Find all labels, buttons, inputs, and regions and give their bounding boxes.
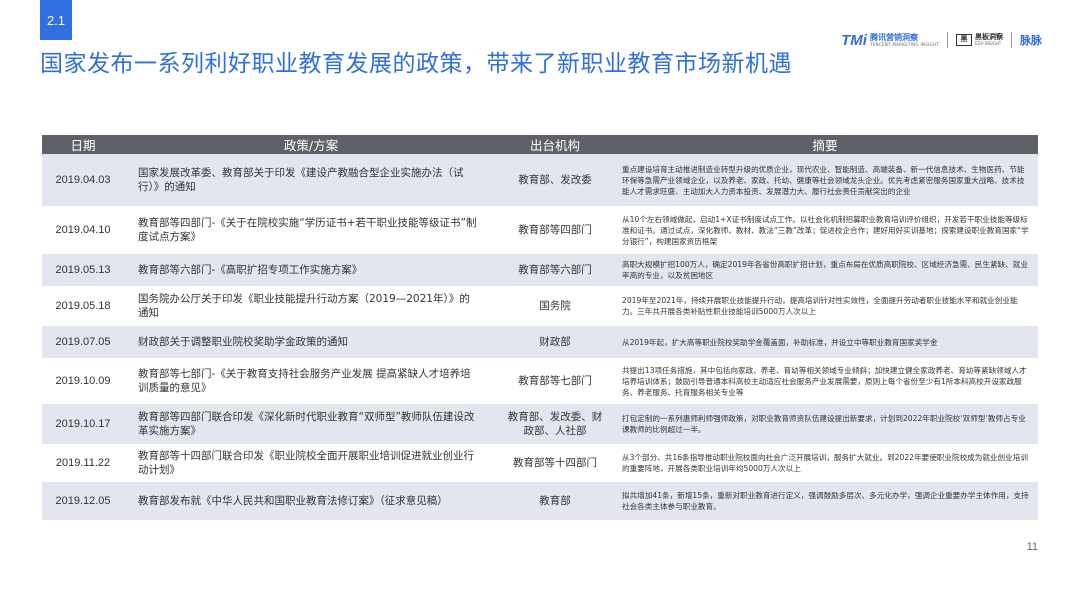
cell-summary: 2019年至2021年，持续开展职业技能提升行动，提高培训针对性实效性，全面提升… [612,286,1038,326]
cell-org: 教育部等四部门 [498,206,612,254]
cell-summary: 从10个左右领域做起，启动1+X证书制度试点工作。以社会化机制招募职业教育培训评… [612,206,1038,254]
cell-policy: 教育部发布就《中华人民共和国职业教育法修订案》（征求意见稿） [124,482,498,520]
cell-org: 教育部等七部门 [498,358,612,404]
cell-org: 教育部、发改委、财政部、人社部 [498,404,612,444]
cell-summary: 从3个部分、共16条指导推动职业院校面向社会广泛开展培训，服务扩大就业。到202… [612,444,1038,482]
tmi-logo-cn: 腾讯营销洞察 [869,32,918,42]
cell-summary: 共提出13项任务措施，其中包括向家政、养老、育幼等相关领域专业倾斜；加快建立健全… [612,358,1038,404]
logo-divider [947,32,948,48]
table-row: 2019.07.05 财政部关于调整职业院校奖助学金政策的通知 财政部 从201… [42,326,1038,358]
cell-summary: 拟共增加41条，新增15条，重新对职业教育进行定义，强调鼓励多层次、多元化办学，… [612,482,1038,520]
cell-policy: 国家发展改革委、教育部关于印发《建设产教融合型企业实施办法（试行）》的通知 [124,154,498,206]
table-row: 2019.10.09 教育部等七部门-《关于教育支持社会服务产业发展 提高紧缺人… [42,358,1038,404]
table-header-row: 日期 政策/方案 出台机构 摘要 [42,135,1038,154]
edu-insight-logo-cn: 黑板洞察 [975,33,1003,41]
cell-org: 教育部、发改委 [498,154,612,206]
cell-org: 国务院 [498,286,612,326]
cell-policy: 教育部等六部门-《高职扩招专项工作实施方案》 [124,254,498,286]
table-row: 2019.04.03 国家发展改革委、教育部关于印发《建设产教融合型企业实施办法… [42,154,1038,206]
cell-date: 2019.10.17 [42,404,124,444]
cell-date: 2019.11.22 [42,444,124,482]
cell-date: 2019.04.10 [42,206,124,254]
cell-policy: 教育部等十四部门联合印发《职业院校全面开展职业培训促进就业创业行动计划》 [124,444,498,482]
cell-policy: 教育部等七部门-《关于教育支持社会服务产业发展 提高紧缺人才培养培训质量的意见》 [124,358,498,404]
header-policy: 政策/方案 [124,135,498,154]
cell-org: 教育部等十四部门 [498,444,612,482]
cell-summary: 从2019年起，扩大高等职业院校奖助学金覆盖面，补助标准，并设立中等职业教育国家… [612,326,1038,358]
cell-date: 2019.10.09 [42,358,124,404]
cell-summary: 打包定制的一系列惠师利师强师政策，对职业教育师资队伍建设提出新要求，计划到202… [612,404,1038,444]
table-row: 2019.05.18 国务院办公厅关于印发《职业技能提升行动方案（2019—20… [42,286,1038,326]
cell-policy: 教育部等四部门联合印发《深化新时代职业教育“双师型”教师队伍建设改革实施方案》 [124,404,498,444]
maimai-logo: 脉脉 [1020,34,1042,47]
page-title: 国家发布一系列利好职业教育发展的政策，带来了新职业教育市场新机遇 [40,51,792,77]
cell-date: 2019.05.18 [42,286,124,326]
cell-policy: 财政部关于调整职业院校奖助学金政策的通知 [124,326,498,358]
cell-org: 财政部 [498,326,612,358]
cell-policy: 教育部等四部门-《关于在院校实施“学历证书+若干职业技能等级证书”制度试点方案》 [124,206,498,254]
cell-date: 2019.12.05 [42,482,124,520]
cell-org: 教育部等六部门 [498,254,612,286]
edu-insight-logo-mark: 黑 [956,34,972,46]
table-row: 2019.10.17 教育部等四部门联合印发《深化新时代职业教育“双师型”教师队… [42,404,1038,444]
cell-summary: 重点建设培育主动推进制造业转型升级的优质企业，现代农业、智能制造、高端装备、新一… [612,154,1038,206]
policy-table: 日期 政策/方案 出台机构 摘要 2019.04.03 国家发展改革委、教育部关… [42,135,1038,520]
edu-insight-logo: 黑 黑板洞察 EDU INSIGHT [956,34,1003,46]
logo-divider [1011,32,1012,48]
table-row: 2019.11.22 教育部等十四部门联合印发《职业院校全面开展职业培训促进就业… [42,444,1038,482]
header-date: 日期 [42,135,124,154]
table-row: 2019.12.05 教育部发布就《中华人民共和国职业教育法修订案》（征求意见稿… [42,482,1038,520]
cell-policy: 国务院办公厅关于印发《职业技能提升行动方案（2019—2021年）》的通知 [124,286,498,326]
cell-date: 2019.07.05 [42,326,124,358]
cell-summary: 高职大规模扩招100万人，确定2019年各省份高职扩招计划，重点布局在优质高职院… [612,254,1038,286]
cell-date: 2019.05.13 [42,254,124,286]
table-row: 2019.05.13 教育部等六部门-《高职扩招专项工作实施方案》 教育部等六部… [42,254,1038,286]
page-number: 11 [1026,541,1038,553]
section-number-tag: 2.1 [40,0,72,40]
cell-org: 教育部 [498,482,612,520]
edu-insight-logo-en: EDU INSIGHT [975,41,1002,46]
header-summary: 摘要 [612,135,1038,154]
header-org: 出台机构 [498,135,612,154]
cell-date: 2019.04.03 [42,154,124,206]
table-row: 2019.04.10 教育部等四部门-《关于在院校实施“学历证书+若干职业技能等… [42,206,1038,254]
